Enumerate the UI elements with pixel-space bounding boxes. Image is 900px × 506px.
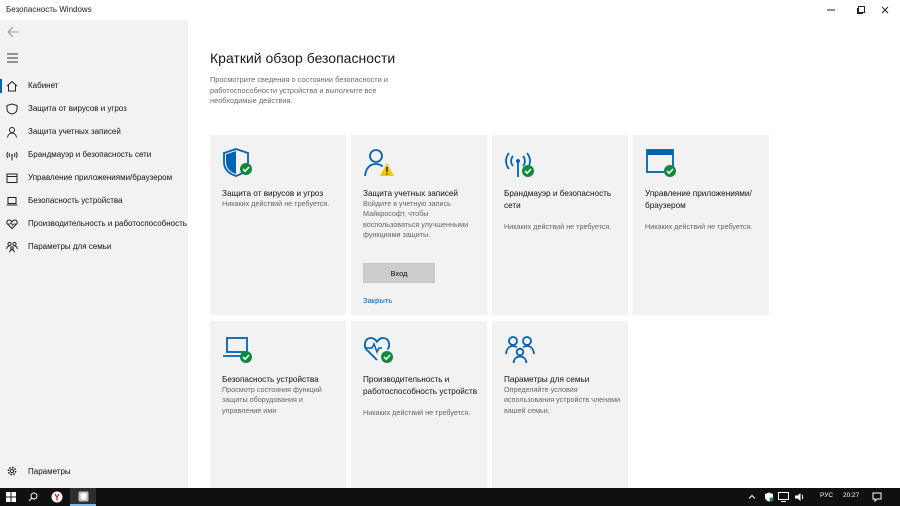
browser-check-icon xyxy=(646,149,676,177)
heart-icon xyxy=(6,219,18,230)
hamburger-menu-icon[interactable] xyxy=(6,52,20,64)
person-warning-icon xyxy=(364,149,394,177)
tray-windows-security-icon[interactable] xyxy=(764,492,774,502)
card-description: Никаких действий не требуется. xyxy=(645,222,753,231)
heart-check-icon xyxy=(363,337,393,363)
sidebar-item-label: Кабинет xyxy=(28,81,59,90)
shield-check-icon xyxy=(223,148,252,177)
family-icon xyxy=(505,336,535,364)
dismiss-link[interactable]: Закрыть xyxy=(363,296,392,305)
sidebar-item-label: Управление приложениями/браузером xyxy=(28,173,173,182)
laptop-icon xyxy=(6,197,18,206)
card-account-protection[interactable]: Защита учетных записей Войдите в учетную… xyxy=(351,135,487,315)
card-description: Никаких действий не требуется. xyxy=(504,222,612,231)
home-icon xyxy=(6,80,18,92)
window-title: Безопасность Windows xyxy=(6,5,92,14)
wifi-antenna-icon xyxy=(6,151,18,161)
sidebar-item-home[interactable]: Кабинет xyxy=(0,75,188,97)
card-title: Защита учетных записей xyxy=(363,189,458,198)
card-description: Войдите в учетную запись Майкрософт, что… xyxy=(363,199,469,239)
maximize-icon xyxy=(857,6,865,14)
sidebar-item-virus-protection[interactable]: Защита от вирусов и угроз xyxy=(0,98,188,120)
antenna-check-icon xyxy=(505,152,534,177)
tray-network-icon[interactable] xyxy=(778,492,789,502)
shield-icon xyxy=(6,103,18,115)
person-icon xyxy=(7,127,17,138)
sidebar-item-device-security[interactable]: Безопасность устройства xyxy=(0,190,188,212)
sidebar-item-account-protection[interactable]: Защита учетных записей xyxy=(0,121,188,143)
search-button[interactable] xyxy=(22,488,44,506)
close-button[interactable] xyxy=(870,0,900,20)
browser-window-icon xyxy=(6,173,18,183)
windows-security-icon xyxy=(78,491,88,501)
card-description: Определяйте условия использования устрой… xyxy=(504,385,621,415)
taskbar: РУС 20:27 xyxy=(0,488,900,506)
card-description: Просмотр состояния функций защиты оборуд… xyxy=(222,385,322,415)
sidebar-item-settings[interactable]: Параметры xyxy=(0,460,188,482)
taskbar-yandex-browser[interactable] xyxy=(44,488,70,506)
card-firewall[interactable]: Брандмауэр и безопасность сети Никаких д… xyxy=(492,135,628,315)
sidebar-item-label: Защита учетных записей xyxy=(28,127,121,136)
sidebar-item-label: Производительность и работоспособность xyxy=(28,219,187,228)
taskbar-windows-security[interactable] xyxy=(70,488,96,506)
family-icon xyxy=(6,241,18,253)
minimize-button[interactable] xyxy=(816,0,846,20)
active-indicator xyxy=(0,79,2,93)
card-title: Защита от вирусов и угроз xyxy=(222,189,324,198)
card-description: Никаких действий не требуется. xyxy=(222,199,330,208)
tray-volume-icon[interactable] xyxy=(794,492,805,502)
page-description: Просмотрите сведения о состоянии безопас… xyxy=(210,75,388,105)
clock[interactable]: 20:27 xyxy=(843,492,859,499)
back-arrow-icon[interactable] xyxy=(6,25,20,39)
sidebar-item-label: Параметры для семьи xyxy=(28,242,112,251)
gear-icon xyxy=(7,466,17,476)
yandex-browser-icon xyxy=(51,491,63,503)
card-title: Управление приложениями/ браузером xyxy=(645,189,752,210)
card-title: Производительность и работоспособность у… xyxy=(363,375,478,396)
card-family[interactable]: Параметры для семьи Определяйте условия … xyxy=(492,321,628,501)
card-app-browser[interactable]: Управление приложениями/ браузером Никак… xyxy=(633,135,769,315)
sidebar-item-app-browser[interactable]: Управление приложениями/браузером xyxy=(0,167,188,189)
sidebar-item-firewall[interactable]: Брандмауэр и безопасность сети xyxy=(0,144,188,166)
minimize-icon xyxy=(827,9,835,11)
card-description: Никаких действий не требуется. xyxy=(363,408,471,417)
page-title: Краткий обзор безопасности xyxy=(210,50,396,66)
sidebar: Кабинет Защита от вирусов и угроз Защита… xyxy=(0,20,188,488)
input-language[interactable]: РУС xyxy=(820,492,833,499)
card-virus-protection[interactable]: Защита от вирусов и угроз Никаких действ… xyxy=(210,135,346,315)
settings-label: Параметры xyxy=(28,467,71,476)
tray-chevron-up-icon[interactable] xyxy=(748,493,756,501)
search-icon xyxy=(28,492,38,502)
card-device-security[interactable]: Безопасность устройства Просмотр состоян… xyxy=(210,321,346,501)
sidebar-item-family[interactable]: Параметры для семьи xyxy=(0,236,188,258)
start-button[interactable] xyxy=(0,488,22,506)
card-title: Параметры для семьи xyxy=(504,375,590,384)
windows-logo-icon xyxy=(6,492,16,502)
close-icon xyxy=(881,6,889,14)
sidebar-item-label: Защита от вирусов и угроз xyxy=(28,104,127,113)
title-bar: Безопасность Windows xyxy=(0,0,900,20)
card-title: Брандмауэр и безопасность сети xyxy=(504,189,612,210)
sign-in-button[interactable]: Вход xyxy=(363,263,435,283)
laptop-check-icon xyxy=(223,337,252,363)
action-center-icon[interactable] xyxy=(872,492,882,502)
sidebar-item-label: Безопасность устройства xyxy=(28,196,123,205)
card-title: Безопасность устройства xyxy=(222,375,319,384)
main-content: Краткий обзор безопасности Просмотрите с… xyxy=(188,20,900,501)
sidebar-item-label: Брандмауэр и безопасность сети xyxy=(28,150,152,159)
sidebar-item-performance[interactable]: Производительность и работоспособность xyxy=(0,213,188,235)
card-performance[interactable]: Производительность и работоспособность у… xyxy=(351,321,487,501)
